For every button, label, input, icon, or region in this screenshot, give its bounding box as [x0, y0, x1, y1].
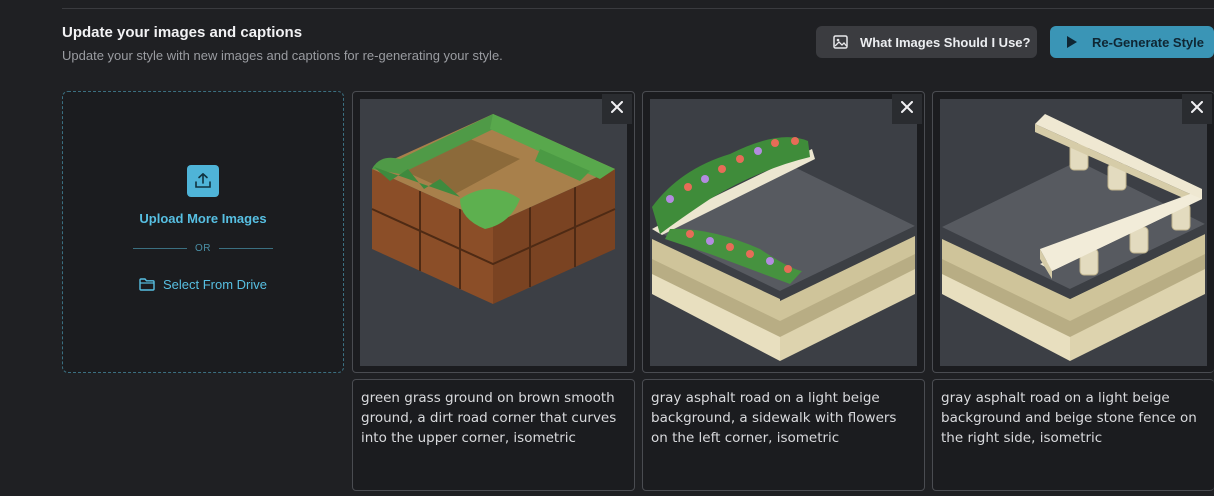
- close-icon: [1191, 100, 1203, 118]
- image-card: [642, 91, 925, 373]
- folder-icon: [139, 278, 155, 291]
- remove-image-button[interactable]: [892, 94, 922, 124]
- image-card: [932, 91, 1214, 373]
- or-divider: OR: [133, 241, 273, 255]
- section-title: Update your images and captions: [62, 24, 303, 41]
- what-images-label: What Images Should I Use?: [860, 34, 1031, 50]
- asphalt-fence-image: [940, 99, 1207, 366]
- section-subtitle: Update your style with new images and ca…: [62, 48, 503, 63]
- close-icon: [611, 100, 623, 118]
- upload-more-images-link[interactable]: Upload More Images: [62, 211, 344, 226]
- select-from-drive-label: Select From Drive: [162, 277, 268, 292]
- image-icon: [832, 34, 848, 50]
- remove-image-button[interactable]: [602, 94, 632, 124]
- caption-textarea[interactable]: gray asphalt road on a light beige backg…: [642, 379, 925, 491]
- what-images-button[interactable]: What Images Should I Use?: [816, 26, 1037, 58]
- grass-dirt-block-image: [360, 99, 627, 366]
- select-from-drive-link[interactable]: Select From Drive: [62, 277, 344, 292]
- caption-textarea[interactable]: green grass ground on brown smooth groun…: [352, 379, 635, 491]
- or-text: OR: [195, 242, 211, 254]
- image-card: [352, 91, 635, 373]
- remove-image-button[interactable]: [1182, 94, 1212, 124]
- upload-icon[interactable]: [187, 165, 219, 197]
- caption-textarea[interactable]: gray asphalt road on a light beige backg…: [932, 379, 1214, 491]
- play-icon: [1064, 34, 1080, 50]
- regenerate-style-button[interactable]: Re-Generate Style: [1050, 26, 1214, 58]
- top-divider: [62, 8, 1214, 9]
- regenerate-style-label: Re-Generate Style: [1092, 34, 1204, 50]
- asphalt-flowers-image: [650, 99, 917, 366]
- upload-dropzone[interactable]: [62, 91, 344, 373]
- close-icon: [901, 100, 913, 118]
